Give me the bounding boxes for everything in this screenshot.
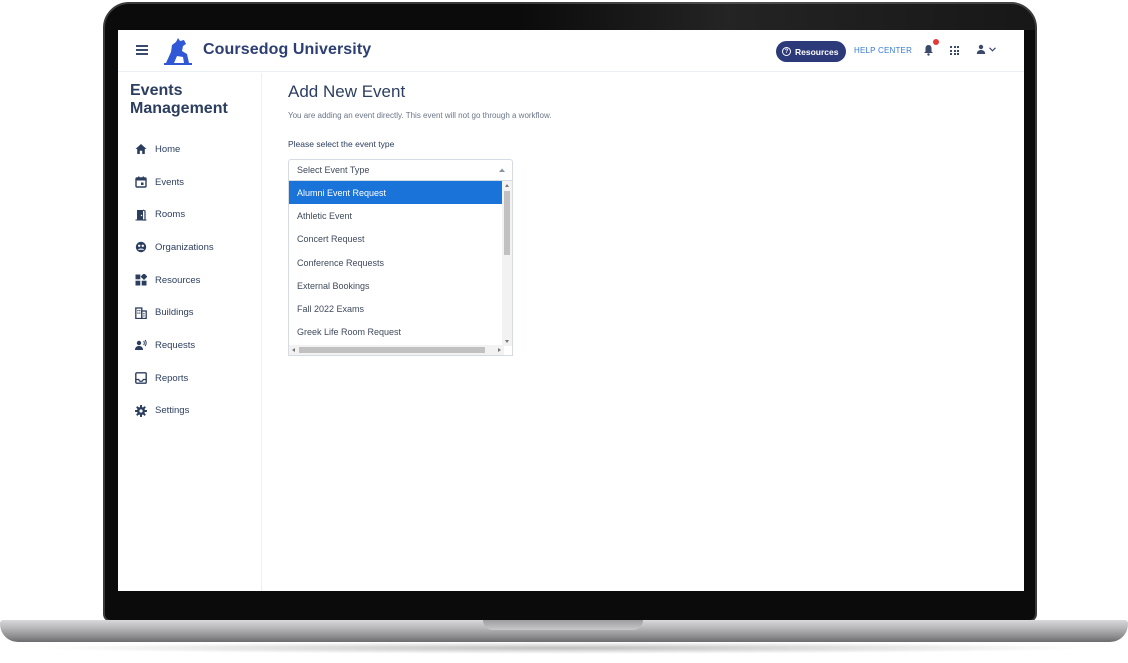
scroll-right-arrow-icon[interactable] <box>498 348 501 352</box>
sidebar-item-label: Requests <box>155 339 196 351</box>
chevron-down-icon <box>989 46 996 52</box>
person-icon <box>976 44 986 54</box>
event-type-select-placeholder: Select Event Type <box>297 165 370 175</box>
gear-icon <box>135 404 147 417</box>
sidebar-item-home[interactable]: Home <box>118 133 262 166</box>
sidebar-item-rooms[interactable]: Rooms <box>118 198 262 231</box>
help-center-link[interactable]: HELP CENTER <box>854 46 912 55</box>
user-menu[interactable] <box>976 44 996 54</box>
dog-logo-icon[interactable] <box>162 36 194 66</box>
person-voice-icon <box>135 340 147 351</box>
sidebar-item-settings[interactable]: Settings <box>118 395 262 428</box>
vertical-scrollbar[interactable] <box>502 181 512 346</box>
page-title: Add New Event <box>288 82 406 101</box>
sidebar-item-organizations[interactable]: Organizations <box>118 231 262 264</box>
sidebar-item-label: Buildings <box>155 307 194 319</box>
vertical-scroll-thumb[interactable] <box>504 191 510 255</box>
sidebar-item-resources[interactable]: Resources <box>118 264 262 297</box>
dropdown-option[interactable]: Athletic Event <box>289 204 503 227</box>
sidebar-title: Events Management <box>130 82 228 117</box>
laptop-base-notch <box>483 620 643 630</box>
horizontal-scrollbar[interactable] <box>289 345 504 355</box>
widgets-icon <box>135 274 147 286</box>
sidebar-item-label: Home <box>155 143 181 155</box>
event-type-dropdown: Alumni Event Request Athletic Event Conc… <box>288 181 513 356</box>
dropdown-option[interactable]: Fall 2022 Exams <box>289 297 503 320</box>
resources-button-label: Resources <box>795 46 839 57</box>
notification-dot <box>933 39 939 45</box>
home-icon <box>135 144 147 155</box>
sidebar-item-label: Rooms <box>155 209 186 221</box>
scroll-up-arrow-icon[interactable] <box>505 184 509 187</box>
sidebar-item-reports[interactable]: Reports <box>118 362 262 395</box>
top-bar: Coursedog University ? Resources HELP CE… <box>118 30 1024 72</box>
bell-icon[interactable] <box>923 44 934 56</box>
sidebar-item-label: Organizations <box>155 241 214 253</box>
event-type-select[interactable]: Select Event Type <box>288 159 513 181</box>
door-icon <box>135 209 147 221</box>
sidebar: Events Management Home Events Rooms Orga… <box>118 73 262 591</box>
sidebar-item-label: Events <box>155 176 185 188</box>
resources-button[interactable]: ? Resources <box>776 41 847 62</box>
screen-glare <box>520 2 1035 30</box>
grid-icon[interactable] <box>950 46 959 55</box>
calendar-icon <box>135 176 147 188</box>
sidebar-item-events[interactable]: Events <box>118 166 262 199</box>
scroll-left-arrow-icon[interactable] <box>292 348 295 352</box>
question-icon: ? <box>782 47 791 56</box>
sidebar-item-label: Reports <box>155 372 189 384</box>
dropdown-option[interactable]: External Bookings <box>289 274 503 297</box>
brand-name[interactable]: Coursedog University <box>203 41 371 59</box>
dropdown-option[interactable]: Concert Request <box>289 228 503 251</box>
horizontal-scroll-thumb[interactable] <box>299 347 485 353</box>
event-type-label: Please select the event type <box>288 139 395 149</box>
dropdown-option[interactable]: Conference Requests <box>289 251 503 274</box>
sidebar-item-label: Resources <box>155 274 201 286</box>
group-icon <box>135 242 147 253</box>
app-screen: Coursedog University ? Resources HELP CE… <box>118 30 1024 591</box>
sidebar-nav: Home Events Rooms Organizations Resource… <box>118 133 262 427</box>
hamburger-icon[interactable] <box>136 45 148 55</box>
dropdown-option[interactable]: Alumni Event Request <box>289 181 503 205</box>
dropdown-option[interactable]: Greek Life Room Request <box>289 321 503 344</box>
chevron-up-icon[interactable] <box>494 160 510 180</box>
sidebar-item-requests[interactable]: Requests <box>118 329 262 362</box>
building-icon <box>135 307 147 319</box>
inbox-icon <box>135 372 147 385</box>
page-subtitle: You are adding an event directly. This e… <box>288 111 552 120</box>
scroll-down-arrow-icon[interactable] <box>505 340 509 343</box>
laptop-shadow <box>30 642 1098 654</box>
sidebar-item-label: Settings <box>155 405 190 417</box>
sidebar-item-buildings[interactable]: Buildings <box>118 296 262 329</box>
